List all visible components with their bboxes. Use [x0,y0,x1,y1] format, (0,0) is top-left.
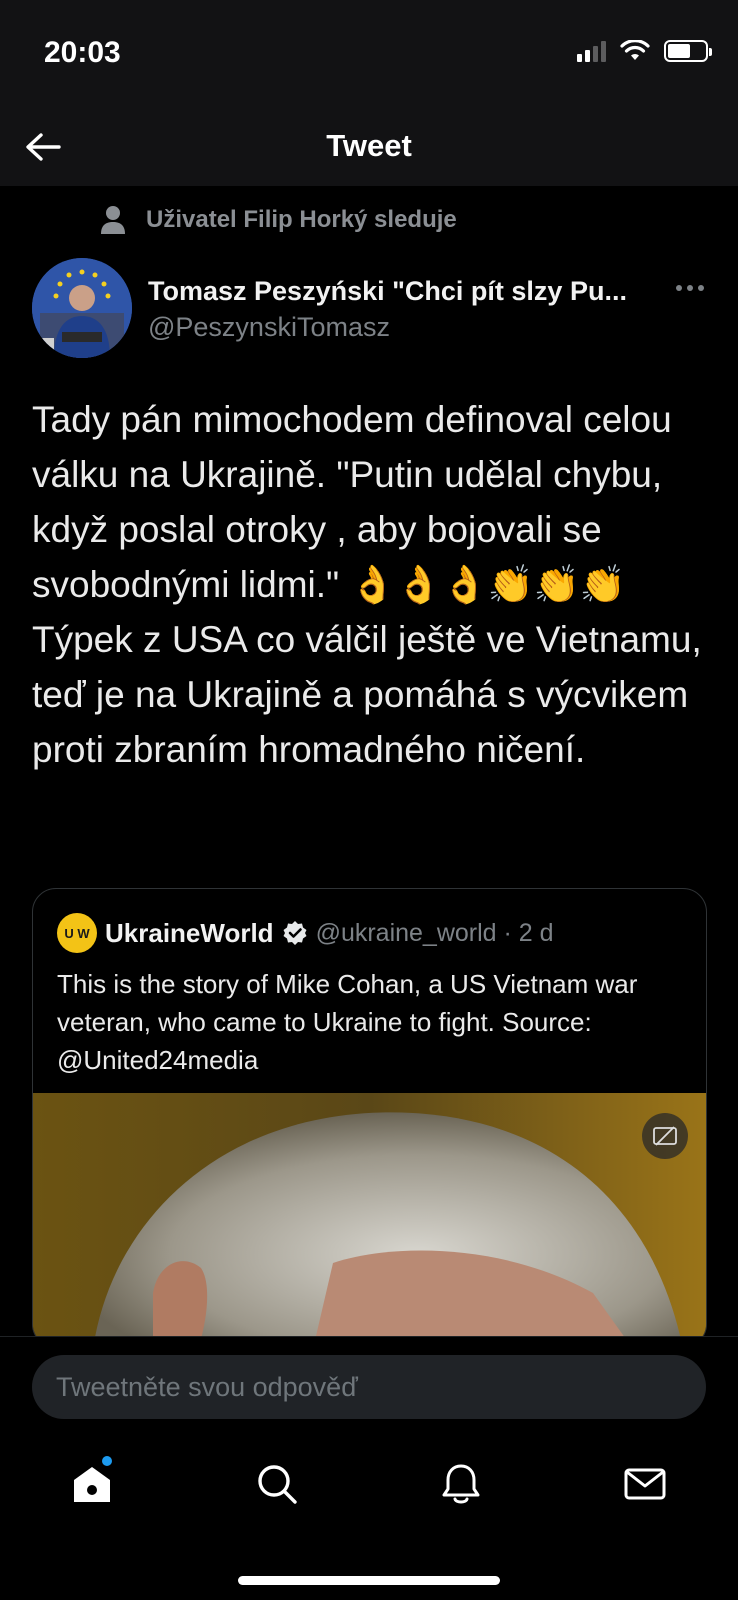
home-icon [74,1467,110,1502]
status-bar: 20:03 [0,0,738,110]
person-icon [101,206,125,234]
tab-search[interactable] [247,1454,307,1514]
wifi-icon [620,40,650,60]
quote-header: U W UkraineWorld @ukraine_world · 2 d [57,913,554,953]
quote-author-handle: @ukraine_world · 2 d [315,918,554,947]
tweet-text: Tady pán mimochodem definoval celou válk… [32,399,702,770]
home-indicator[interactable] [238,1576,500,1585]
author-name[interactable]: Tomasz Peszyński "Chci pít slzy Pu... [148,276,688,307]
quote-tweet-card[interactable]: U W UkraineWorld @ukraine_world · 2 d Th… [32,888,707,1348]
closed-captions-icon[interactable] [642,1113,688,1159]
search-icon [258,1465,297,1504]
quote-author-name: UkraineWorld [105,917,274,948]
tab-home[interactable] [62,1454,122,1514]
quote-text: This is the story of Mike Cohan, a US Vi… [57,969,638,1075]
quote-avatar: U W [57,913,97,953]
verified-badge-icon [283,921,307,945]
battery-icon [664,40,712,62]
tab-messages[interactable] [615,1454,675,1514]
avatar-image [32,258,132,358]
new-content-dot [102,1456,112,1466]
tab-bar [0,1454,738,1534]
social-context[interactable]: Uživatel Filip Horký sleduje [100,205,457,235]
nav-bar: Tweet [0,110,738,186]
social-context-label: Uživatel Filip Horký sleduje [146,206,457,233]
more-options-icon[interactable] [668,276,712,300]
author-row: Tomasz Peszyński "Chci pít slzy Pu... @P… [32,258,712,362]
bell-icon [442,1464,480,1504]
video-frame-image [33,1093,706,1347]
tab-notifications[interactable] [431,1454,491,1514]
author-handle[interactable]: @PeszynskiTomasz [148,312,390,343]
page-title: Tweet [326,128,412,163]
cellular-signal-icon [577,40,606,62]
envelope-icon [624,1468,666,1500]
status-icons [577,40,712,62]
status-time: 20:03 [44,36,121,69]
avatar[interactable] [32,258,132,358]
reply-input[interactable] [32,1355,706,1419]
quote-video-thumbnail[interactable] [33,1093,706,1347]
